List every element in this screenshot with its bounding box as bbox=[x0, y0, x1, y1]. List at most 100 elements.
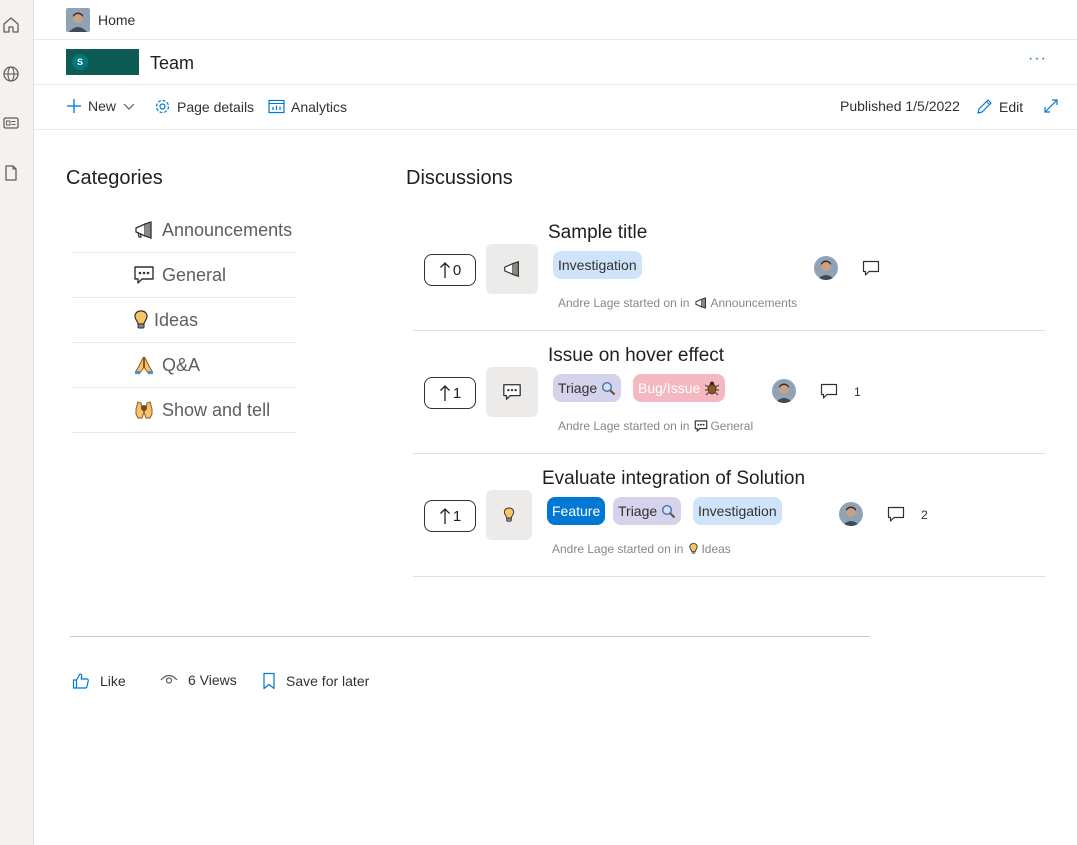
speech-bubble-icon bbox=[695, 420, 708, 432]
thumbs-up-icon bbox=[72, 673, 89, 689]
like-button[interactable]: Like bbox=[72, 672, 126, 690]
tag-bug-issue[interactable]: Bug/Issue bbox=[633, 374, 726, 402]
meta-text: Andre Lage started on in bbox=[558, 296, 690, 310]
tag-label: Triage bbox=[618, 503, 658, 519]
vote-count: 1 bbox=[452, 384, 462, 402]
comment-count: 1 bbox=[854, 384, 861, 399]
category-label: Q&A bbox=[162, 354, 201, 375]
comments-button[interactable]: 1 bbox=[820, 383, 861, 400]
gear-icon bbox=[155, 99, 170, 114]
author-avatar[interactable] bbox=[814, 256, 838, 280]
analytics-label: Analytics bbox=[291, 98, 348, 115]
tag-investigation[interactable]: Investigation bbox=[553, 251, 642, 279]
folded-hands-icon bbox=[132, 353, 156, 377]
pencil-icon bbox=[977, 99, 992, 114]
views-label: 6 Views bbox=[188, 672, 237, 688]
author-avatar[interactable] bbox=[839, 502, 863, 526]
category-item-announcements[interactable]: Announcements bbox=[72, 208, 296, 253]
tag-triage[interactable]: Triage bbox=[613, 497, 682, 525]
page-content: Home S Team ··· New Page details Analyti… bbox=[34, 0, 1077, 845]
author-avatar[interactable] bbox=[772, 379, 796, 403]
bug-icon bbox=[704, 381, 720, 396]
categories-list: Announcements General Ideas Q&A Show and… bbox=[72, 208, 296, 433]
megaphone-icon bbox=[132, 218, 156, 242]
tag-label: Investigation bbox=[698, 503, 777, 519]
comment-count: 2 bbox=[921, 507, 928, 522]
like-label: Like bbox=[100, 673, 126, 689]
arrow-up-icon bbox=[439, 508, 450, 524]
magnifier-icon bbox=[602, 381, 616, 395]
site-title[interactable]: Team bbox=[150, 53, 194, 74]
magnifier-icon bbox=[662, 504, 676, 518]
category-tile bbox=[486, 367, 538, 417]
eye-icon bbox=[160, 674, 178, 684]
expand-icon bbox=[1044, 99, 1058, 113]
tag-label: Investigation bbox=[558, 257, 637, 273]
more-options-button[interactable]: ··· bbox=[1028, 50, 1047, 68]
tag-triage[interactable]: Triage bbox=[553, 374, 622, 402]
discussion-title[interactable]: Issue on hover effect bbox=[548, 345, 724, 367]
vote-count: 1 bbox=[452, 507, 462, 525]
new-button[interactable]: New bbox=[66, 98, 136, 114]
discussion-meta: Andre Lage started on in Announcements bbox=[558, 296, 797, 310]
page-details-label: Page details bbox=[177, 98, 255, 115]
save-label: Save for later bbox=[286, 673, 370, 689]
discussion-item[interactable]: 1 Evaluate integration of Solution Featu… bbox=[413, 454, 1045, 577]
news-icon[interactable] bbox=[0, 112, 22, 134]
discussion-meta: Andre Lage started on in General bbox=[558, 419, 753, 433]
user-avatar[interactable] bbox=[66, 8, 90, 32]
expand-button[interactable] bbox=[1043, 98, 1059, 114]
site-header: S Team ··· bbox=[34, 40, 1077, 85]
comment-icon bbox=[820, 383, 838, 399]
discussion-title[interactable]: Sample title bbox=[548, 222, 647, 244]
top-bar: Home bbox=[34, 0, 1077, 40]
discussion-title[interactable]: Evaluate integration of Solution bbox=[542, 468, 805, 490]
bookmark-icon bbox=[263, 672, 275, 690]
new-label: New bbox=[88, 98, 117, 114]
footer-divider bbox=[70, 636, 870, 637]
categories-heading: Categories bbox=[66, 167, 163, 189]
published-status: Published 1/5/2022 bbox=[840, 98, 960, 114]
category-item-qa[interactable]: Q&A bbox=[72, 343, 296, 388]
published-label: Published 1/5/2022 bbox=[840, 98, 960, 114]
meta-text: Andre Lage started on in bbox=[558, 419, 690, 433]
upvote-button[interactable]: 1 bbox=[424, 377, 476, 409]
globe-icon[interactable] bbox=[0, 63, 22, 85]
edit-button[interactable]: Edit bbox=[976, 98, 1023, 115]
analytics-button[interactable]: Analytics bbox=[268, 98, 347, 115]
document-icon[interactable] bbox=[0, 162, 22, 184]
discussion-item[interactable]: 0 Sample title Investigation Andre Lage … bbox=[413, 208, 1045, 331]
home-icon[interactable] bbox=[0, 14, 22, 36]
comments-button[interactable]: 2 bbox=[887, 506, 928, 523]
plus-icon bbox=[67, 99, 81, 113]
category-label: Announcements bbox=[162, 219, 293, 240]
category-item-ideas[interactable]: Ideas bbox=[72, 298, 296, 343]
comments-button[interactable] bbox=[862, 260, 896, 277]
meta-category[interactable]: Announcements bbox=[710, 296, 797, 310]
discussion-item[interactable]: 1 Issue on hover effect Triage Bug/Issue… bbox=[413, 331, 1045, 454]
category-item-show-and-tell[interactable]: Show and tell bbox=[72, 388, 296, 433]
lightbulb-icon bbox=[132, 308, 150, 332]
upvote-button[interactable]: 1 bbox=[424, 500, 476, 532]
tag-investigation[interactable]: Investigation bbox=[693, 497, 782, 525]
tag-label: Feature bbox=[552, 503, 601, 519]
tag-feature[interactable]: Feature bbox=[547, 497, 606, 525]
meta-category[interactable]: General bbox=[710, 419, 753, 433]
site-logo[interactable]: S bbox=[66, 49, 139, 75]
analytics-icon bbox=[268, 99, 285, 114]
upvote-button[interactable]: 0 bbox=[424, 254, 476, 286]
edit-label: Edit bbox=[999, 98, 1024, 115]
raised-hands-icon bbox=[132, 398, 156, 422]
arrow-up-icon bbox=[439, 262, 450, 278]
speech-bubble-icon bbox=[503, 384, 521, 400]
meta-category[interactable]: Ideas bbox=[701, 542, 730, 556]
app-rail bbox=[0, 0, 34, 845]
page-details-button[interactable]: Page details bbox=[154, 98, 254, 115]
category-item-general[interactable]: General bbox=[72, 253, 296, 298]
save-for-later-button[interactable]: Save for later bbox=[262, 672, 369, 690]
home-link[interactable]: Home bbox=[98, 12, 135, 28]
category-label: Show and tell bbox=[162, 399, 271, 420]
views-count: 6 Views bbox=[160, 672, 237, 688]
comment-icon bbox=[887, 506, 905, 522]
category-label: General bbox=[162, 264, 227, 285]
